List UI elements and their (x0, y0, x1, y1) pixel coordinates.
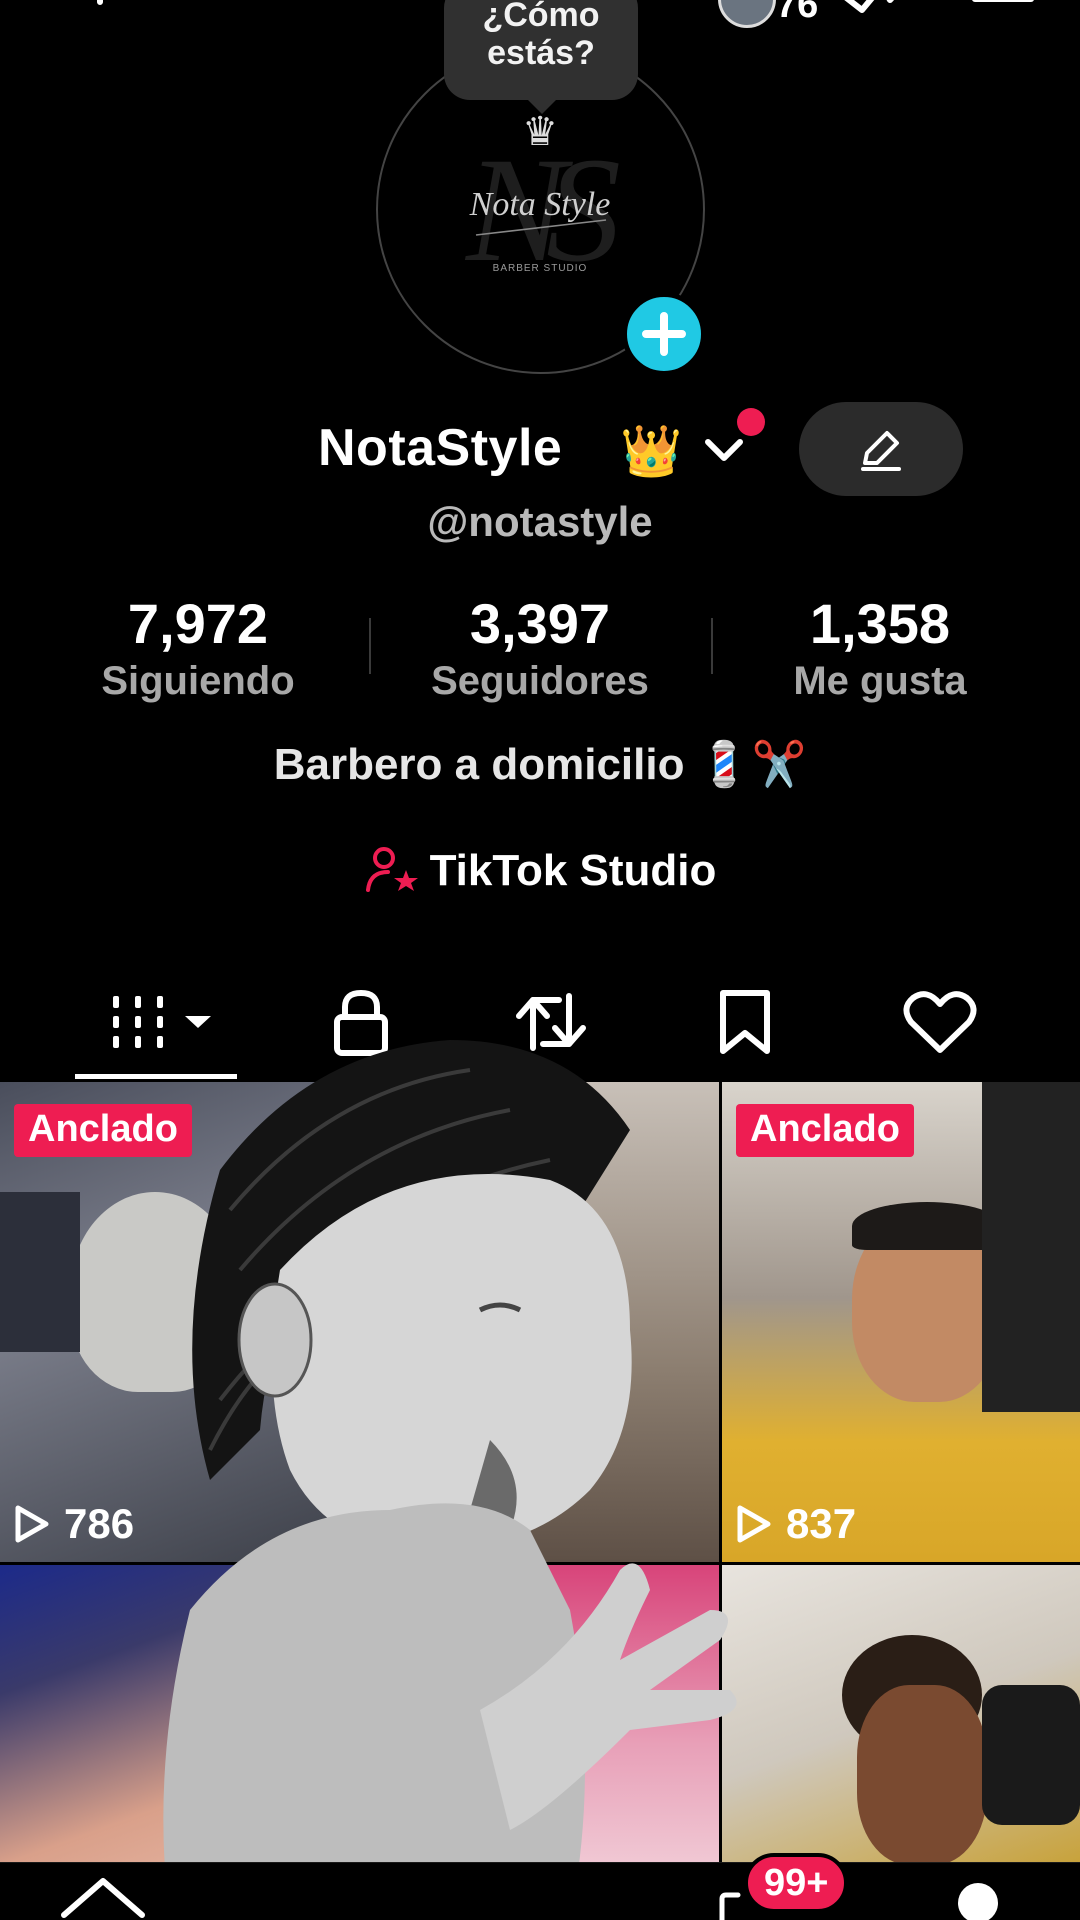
profile-handle: @notastyle (427, 498, 653, 545)
activity-icon[interactable] (840, 0, 912, 24)
video-thumbnail[interactable]: Anclado 837 (722, 1082, 1080, 1562)
pencil-icon (861, 431, 901, 471)
profile-icon[interactable] (958, 1883, 998, 1920)
stat-label: Seguidores (431, 659, 649, 703)
stat-label: Siguiendo (101, 659, 295, 703)
edit-profile-button[interactable] (799, 402, 963, 496)
view-count-label: 786 (64, 1500, 135, 1547)
stat-value: 3,397 (469, 592, 611, 655)
svg-text:BARBER STUDIO: BARBER STUDIO (493, 263, 588, 274)
stat-value: 1,358 (809, 592, 951, 655)
home-icon[interactable] (58, 1875, 148, 1920)
notification-count: 76 (776, 0, 819, 26)
view-count: 786 (14, 1500, 134, 1548)
bottom-nav: 99+ (0, 1853, 1080, 1920)
studio-label: TikTok Studio (429, 846, 717, 895)
play-icon (737, 1505, 771, 1543)
profile-bio: Barbero a domicilio 💈✂️ (273, 740, 807, 789)
tiktok-studio-link[interactable]: TikTok Studio (0, 846, 1080, 898)
video-thumbnail[interactable] (722, 1565, 1080, 1865)
add-friend-icon[interactable] (38, 0, 122, 22)
profile-name[interactable]: NotaStyle (318, 418, 562, 478)
stat-label: Me gusta (793, 659, 967, 703)
crown-emoji: 👑 (620, 423, 683, 479)
add-photo-button[interactable] (622, 292, 706, 376)
pinned-badge: Anclado (736, 1104, 914, 1157)
account-switch-dot (737, 408, 765, 436)
stat-divider (711, 618, 713, 674)
view-count-label: 837 (786, 1500, 857, 1547)
inbox-badge: 99+ (744, 1853, 849, 1913)
stat-followers[interactable]: 3,397 Seguidores (390, 592, 690, 706)
svg-text:Nota Style: Nota Style (469, 186, 611, 223)
play-icon (15, 1505, 49, 1543)
plus-icon (642, 312, 686, 356)
heart-icon (903, 991, 977, 1053)
tab-liked[interactable] (890, 982, 990, 1062)
stat-likes[interactable]: 1,358 Me gusta (730, 592, 1030, 706)
chevron-down-icon[interactable] (700, 430, 748, 470)
sticker-overlay (163, 1040, 737, 1920)
stat-value: 7,972 (127, 592, 269, 655)
view-count: 837 (736, 1500, 856, 1548)
status-bubble[interactable]: ¿Cómo estás? (444, 0, 638, 114)
account-avatar[interactable] (718, 0, 776, 28)
stat-divider (369, 618, 371, 674)
studio-icon (365, 847, 418, 893)
stat-following[interactable]: 7,972 Siguiendo (48, 592, 348, 706)
menu-icon[interactable] (970, 0, 1036, 16)
profile-stats: 7,972 Siguiendo 3,397 Seguidores 1,358 M… (0, 592, 1080, 712)
